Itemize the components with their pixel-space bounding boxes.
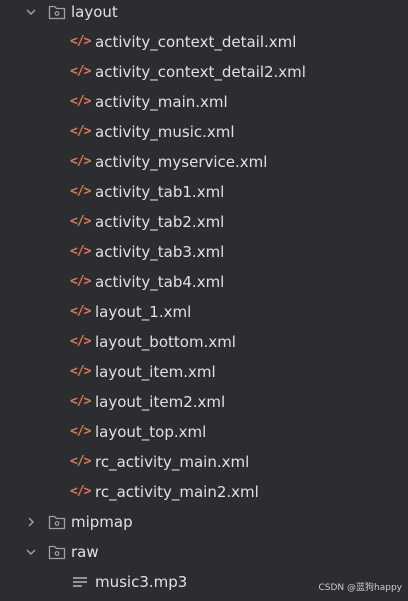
tree-file-label: layout_top.xml bbox=[95, 423, 207, 441]
tree-folder-layout[interactable]: layout bbox=[0, 0, 408, 27]
text-file-icon bbox=[72, 575, 88, 589]
tree-file-item[interactable]: </> activity_tab4.xml bbox=[0, 267, 408, 297]
folder-icon bbox=[48, 514, 66, 530]
tree-file-item[interactable]: </> activity_context_detail2.xml bbox=[0, 57, 408, 87]
tree-file-item[interactable]: </> activity_context_detail.xml bbox=[0, 27, 408, 57]
tree-folder-raw[interactable]: raw bbox=[0, 537, 408, 567]
tree-folder-mipmap[interactable]: mipmap bbox=[0, 507, 408, 537]
xml-file-icon: </> bbox=[70, 364, 91, 379]
tree-file-item[interactable]: </> layout_item2.xml bbox=[0, 387, 408, 417]
xml-file-icon: </> bbox=[70, 94, 91, 109]
tree-file-label: activity_tab2.xml bbox=[95, 213, 225, 231]
tree-file-item[interactable]: </> activity_tab3.xml bbox=[0, 237, 408, 267]
tree-file-item[interactable]: </> activity_tab2.xml bbox=[0, 207, 408, 237]
tree-file-label: activity_context_detail2.xml bbox=[95, 63, 306, 81]
xml-file-icon: </> bbox=[70, 394, 91, 409]
xml-file-icon: </> bbox=[70, 154, 91, 169]
xml-file-icon: </> bbox=[70, 244, 91, 259]
tree-file-label: activity_tab1.xml bbox=[95, 183, 225, 201]
xml-file-icon: </> bbox=[70, 214, 91, 229]
tree-file-label: activity_tab3.xml bbox=[95, 243, 225, 261]
xml-file-icon: </> bbox=[70, 274, 91, 289]
tree-file-item[interactable]: </> rc_activity_main2.xml bbox=[0, 477, 408, 507]
tree-file-label: activity_music.xml bbox=[95, 123, 235, 141]
tree-file-item[interactable]: </> activity_main.xml bbox=[0, 87, 408, 117]
xml-file-icon: </> bbox=[70, 124, 91, 139]
tree-folder-label: raw bbox=[71, 543, 99, 561]
tree-file-label: activity_tab4.xml bbox=[95, 273, 225, 291]
xml-file-icon: </> bbox=[70, 334, 91, 349]
xml-file-icon: </> bbox=[70, 304, 91, 319]
tree-folder-label: mipmap bbox=[71, 513, 133, 531]
tree-file-item[interactable]: </> activity_music.xml bbox=[0, 117, 408, 147]
xml-file-icon: </> bbox=[70, 64, 91, 79]
folder-icon bbox=[48, 544, 66, 560]
tree-file-label: layout_bottom.xml bbox=[95, 333, 236, 351]
watermark: CSDN @蓝狗happy bbox=[318, 583, 403, 593]
folder-icon bbox=[48, 4, 66, 20]
tree-file-item[interactable]: </> layout_bottom.xml bbox=[0, 327, 408, 357]
tree-file-label: rc_activity_main.xml bbox=[95, 453, 250, 471]
tree-folder-label: layout bbox=[71, 3, 118, 21]
tree-file-label: layout_1.xml bbox=[95, 303, 192, 321]
xml-file-icon: </> bbox=[70, 484, 91, 499]
tree-file-label: rc_activity_main2.xml bbox=[95, 483, 259, 501]
xml-file-icon: </> bbox=[70, 454, 91, 469]
tree-file-item[interactable]: </> activity_myservice.xml bbox=[0, 147, 408, 177]
chevron-right-icon[interactable] bbox=[24, 515, 38, 529]
tree-file-label: activity_myservice.xml bbox=[95, 153, 268, 171]
tree-file-item[interactable]: </> layout_1.xml bbox=[0, 297, 408, 327]
tree-file-item[interactable]: </> layout_top.xml bbox=[0, 417, 408, 447]
chevron-down-icon[interactable] bbox=[24, 545, 38, 559]
tree-file-item[interactable]: </> rc_activity_main.xml bbox=[0, 447, 408, 477]
xml-file-icon: </> bbox=[70, 34, 91, 49]
project-tree: layout </> activity_context_detail.xml </… bbox=[0, 0, 408, 601]
tree-file-label: activity_main.xml bbox=[95, 93, 228, 111]
tree-file-label: music3.mp3 bbox=[95, 573, 188, 591]
xml-file-icon: </> bbox=[70, 424, 91, 439]
chevron-down-icon[interactable] bbox=[24, 5, 38, 19]
tree-file-item[interactable]: </> activity_tab1.xml bbox=[0, 177, 408, 207]
xml-file-icon: </> bbox=[70, 184, 91, 199]
tree-file-label: layout_item2.xml bbox=[95, 393, 226, 411]
tree-file-item[interactable]: </> layout_item.xml bbox=[0, 357, 408, 387]
tree-file-label: activity_context_detail.xml bbox=[95, 33, 297, 51]
tree-file-label: layout_item.xml bbox=[95, 363, 216, 381]
